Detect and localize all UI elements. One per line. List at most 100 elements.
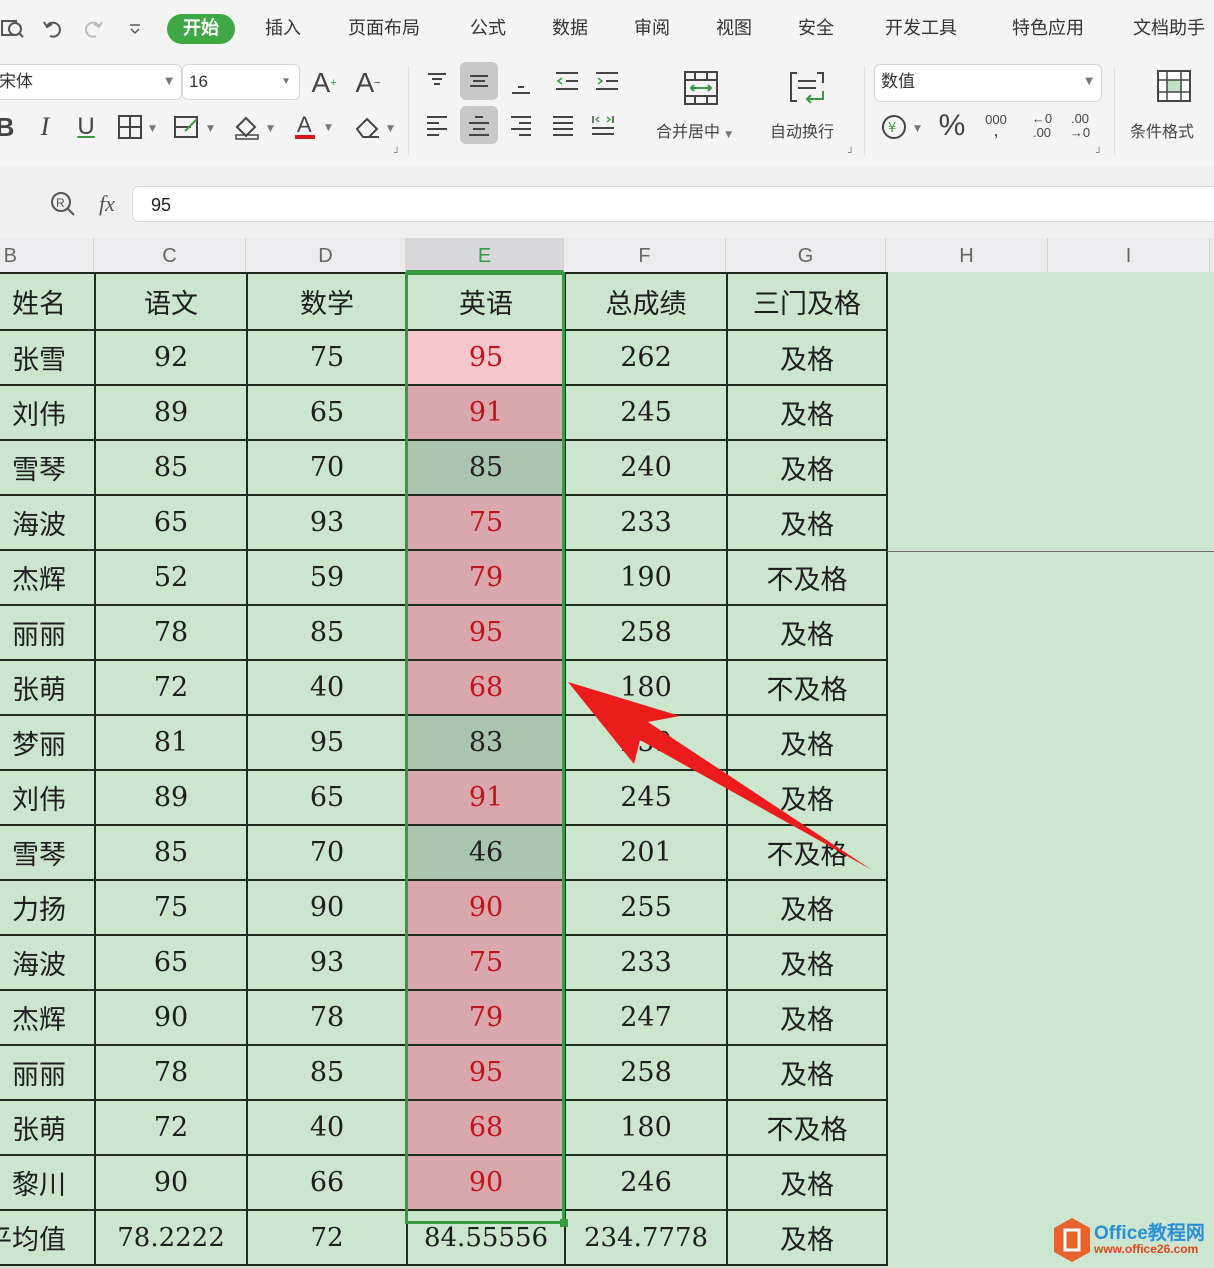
print-preview-icon[interactable]	[0, 14, 26, 44]
cell-total[interactable]: 258	[564, 1044, 728, 1101]
cell-chinese[interactable]: 81	[94, 714, 248, 771]
cell-pass[interactable]: 不及格	[726, 659, 888, 716]
cell-chinese[interactable]: 78	[94, 604, 248, 661]
cell-english[interactable]: 90	[406, 1154, 566, 1211]
cell-chinese[interactable]: 92	[94, 329, 248, 386]
italic-button[interactable]: I	[32, 110, 58, 144]
cell-math[interactable]: 59	[246, 549, 408, 606]
increase-decimal-button[interactable]: ←0.00	[1026, 108, 1058, 144]
tab-security[interactable]: 安全	[798, 14, 834, 44]
redo-icon[interactable]	[80, 14, 106, 44]
cell-english[interactable]: 95	[406, 604, 566, 661]
tab-review[interactable]: 审阅	[634, 14, 670, 44]
header-math[interactable]: 数学	[246, 272, 408, 331]
cell-chinese[interactable]: 90	[94, 989, 248, 1046]
header-total[interactable]: 总成绩	[564, 272, 728, 331]
thousands-separator-button[interactable]: 000,	[978, 108, 1014, 144]
formula-input[interactable]: 95	[132, 186, 1214, 222]
column-header-h[interactable]: H	[886, 238, 1048, 272]
cell-name[interactable]: 丽丽	[0, 604, 96, 661]
tab-page-layout[interactable]: 页面布局	[348, 14, 420, 44]
cell-name[interactable]: 刘伟	[0, 769, 96, 826]
alignment-dialog-launcher-icon[interactable]: ┘	[848, 148, 854, 159]
cell-pass[interactable]: 及格	[726, 934, 888, 991]
cell-english[interactable]: 90	[406, 879, 566, 936]
shrink-font-button[interactable]: A −	[352, 66, 384, 100]
cell-english[interactable]: 91	[406, 769, 566, 826]
cell-pass[interactable]: 及格	[726, 384, 888, 441]
cell-english[interactable]: 79	[406, 989, 566, 1046]
align-bottom-button[interactable]	[504, 68, 538, 102]
cell-math[interactable]: 90	[246, 879, 408, 936]
cell-pass[interactable]: 及格	[726, 769, 888, 826]
undo-icon[interactable]	[40, 14, 66, 44]
column-header-f[interactable]: F	[564, 238, 726, 272]
cell-total[interactable]: 233	[564, 934, 728, 991]
fill-handle[interactable]	[560, 1219, 568, 1227]
cell-math[interactable]: 66	[246, 1154, 408, 1211]
cell-name[interactable]: 雪琴	[0, 824, 96, 881]
cell-pass[interactable]: 及格	[726, 494, 888, 551]
column-header-g[interactable]: G	[726, 238, 886, 272]
cell-chinese[interactable]: 85	[94, 439, 248, 496]
wrap-text-label[interactable]: 自动换行	[770, 118, 834, 142]
cell-pass[interactable]: 及格	[726, 1154, 888, 1211]
font-size-select[interactable]: 16 ▼	[182, 64, 300, 100]
cell-english[interactable]: 95	[406, 1044, 566, 1101]
cell-chinese[interactable]: 52	[94, 549, 248, 606]
average-cell-total[interactable]: 234.7778	[564, 1209, 728, 1266]
cell-total[interactable]: 259	[564, 714, 728, 771]
cell-pass[interactable]: 及格	[726, 329, 888, 386]
cell-math[interactable]: 65	[246, 384, 408, 441]
cell-english[interactable]: 75	[406, 934, 566, 991]
tab-developer[interactable]: 开发工具	[885, 14, 957, 44]
header-pass[interactable]: 三门及格	[726, 272, 888, 331]
cell-total[interactable]: 240	[564, 439, 728, 496]
cell-chinese[interactable]: 78	[94, 1044, 248, 1101]
cell-chinese[interactable]: 85	[94, 824, 248, 881]
number-dialog-launcher-icon[interactable]: ┘	[1096, 148, 1102, 159]
cell-pass[interactable]: 及格	[726, 1044, 888, 1101]
cell-total[interactable]: 190	[564, 549, 728, 606]
font-name-select[interactable]: 宋体 ▼	[0, 64, 182, 100]
cell-total[interactable]: 180	[564, 1099, 728, 1156]
cell-total[interactable]: 233	[564, 494, 728, 551]
align-left-button[interactable]	[420, 108, 454, 142]
column-header-e[interactable]: E	[406, 238, 564, 272]
cell-name[interactable]: 力扬	[0, 879, 96, 936]
cell-total[interactable]: 245	[564, 384, 728, 441]
cell-name[interactable]: 杰辉	[0, 549, 96, 606]
cell-total[interactable]: 245	[564, 769, 728, 826]
borders-button[interactable]: ▼	[114, 110, 160, 144]
cell-english[interactable]: 46	[406, 824, 566, 881]
cell-name[interactable]: 张萌	[0, 1099, 96, 1156]
tab-formulas[interactable]: 公式	[470, 14, 506, 44]
cell-name[interactable]: 雪琴	[0, 439, 96, 496]
cell-chinese[interactable]: 89	[94, 769, 248, 826]
average-cell-math[interactable]: 72	[246, 1209, 408, 1266]
cell-english[interactable]: 91	[406, 384, 566, 441]
cell-math[interactable]: 40	[246, 659, 408, 716]
cell-total[interactable]: 201	[564, 824, 728, 881]
cell-math[interactable]: 93	[246, 934, 408, 991]
cell-chinese[interactable]: 65	[94, 934, 248, 991]
justify-button[interactable]	[546, 108, 580, 142]
cell-english[interactable]: 68	[406, 659, 566, 716]
cell-name[interactable]: 海波	[0, 494, 96, 551]
cell-chinese[interactable]: 72	[94, 659, 248, 716]
cell-total[interactable]: 255	[564, 879, 728, 936]
tab-data[interactable]: 数据	[552, 14, 588, 44]
font-dialog-launcher-icon[interactable]: ┘	[394, 148, 400, 159]
merge-center-label[interactable]: 合并居中 ▼	[656, 118, 732, 142]
cell-pass[interactable]: 及格	[726, 604, 888, 661]
tab-view[interactable]: 视图	[716, 14, 752, 44]
cell-math[interactable]: 70	[246, 824, 408, 881]
conditional-format-label[interactable]: 条件格式	[1130, 118, 1194, 142]
column-header-c[interactable]: C	[94, 238, 246, 272]
column-header-b[interactable]: B	[0, 238, 94, 272]
header-english[interactable]: 英语	[406, 272, 566, 331]
cell-english[interactable]: 79	[406, 549, 566, 606]
cell-total[interactable]: 247	[564, 989, 728, 1046]
cell-pass[interactable]: 不及格	[726, 824, 888, 881]
cell-english[interactable]: 85	[406, 439, 566, 496]
